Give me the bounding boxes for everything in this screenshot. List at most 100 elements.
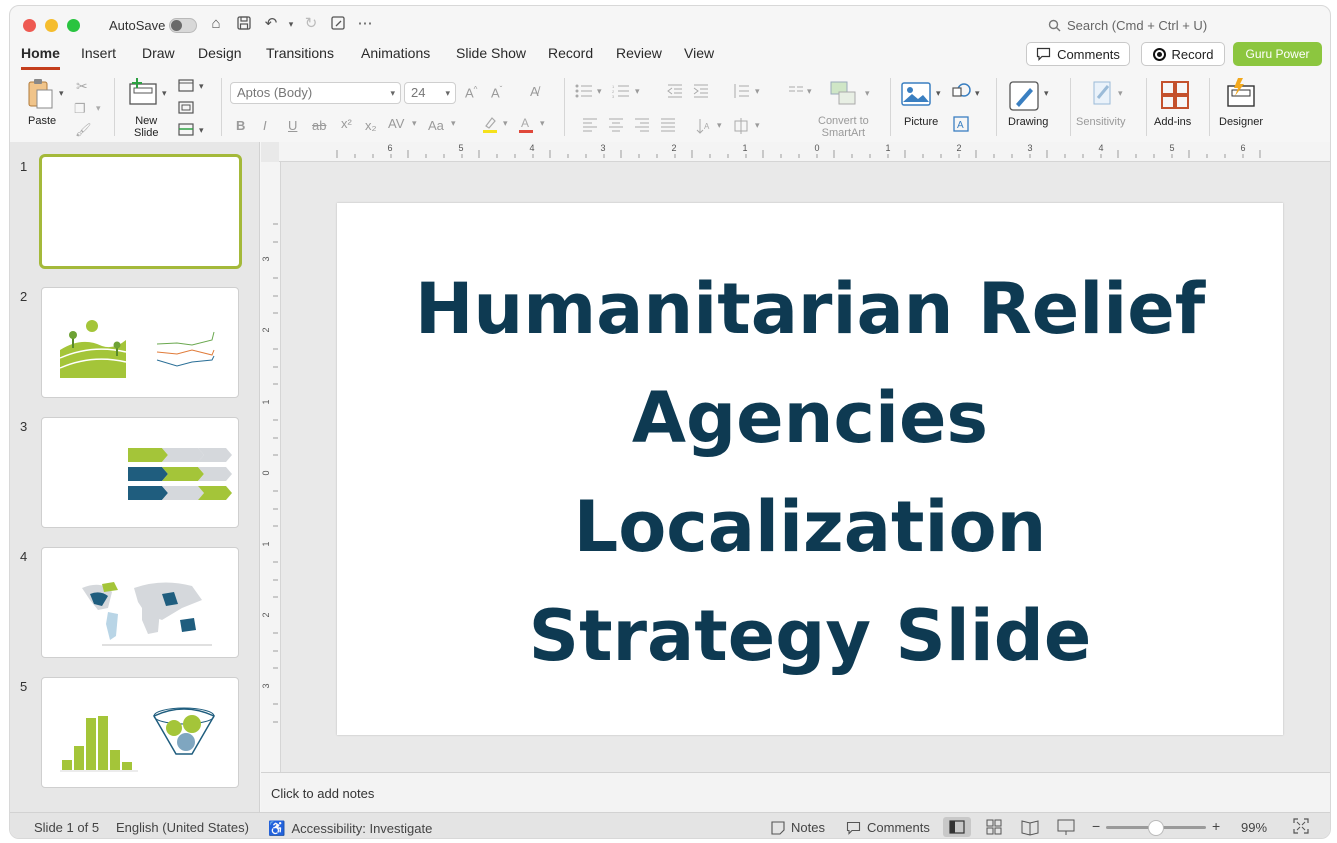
font-name-select[interactable]: Aptos (Body) ▾ bbox=[230, 82, 401, 104]
comments-toggle-button[interactable]: Comments bbox=[846, 820, 930, 835]
format-painter-icon[interactable]: 🖌 bbox=[75, 122, 92, 138]
tab-review[interactable]: Review bbox=[616, 44, 662, 70]
section-icon[interactable] bbox=[178, 123, 194, 139]
align-right-icon[interactable] bbox=[634, 118, 650, 135]
change-case-dropdown-icon[interactable]: ▾ bbox=[451, 118, 456, 129]
line-spacing-icon[interactable] bbox=[732, 84, 750, 101]
redo-icon[interactable]: ↻ bbox=[302, 15, 320, 33]
paste-dropdown-icon[interactable]: ▾ bbox=[59, 88, 64, 99]
slide-thumbnail-2[interactable] bbox=[41, 287, 239, 398]
slide-thumbnail-1[interactable] bbox=[39, 154, 242, 269]
underline-icon[interactable]: U bbox=[288, 118, 297, 133]
drawing-icon[interactable] bbox=[1008, 80, 1040, 115]
align-center-icon[interactable] bbox=[608, 118, 624, 135]
numbering-icon[interactable]: 123 bbox=[612, 84, 630, 101]
tab-home[interactable]: Home bbox=[21, 44, 60, 70]
autosave-toggle[interactable] bbox=[169, 18, 197, 33]
normal-view-button[interactable] bbox=[943, 817, 971, 837]
grow-font-icon[interactable]: A^ bbox=[465, 85, 477, 100]
notes-pane[interactable]: Click to add notes bbox=[261, 772, 1330, 812]
subscript-icon[interactable]: x₂ bbox=[365, 118, 377, 133]
change-case-icon[interactable]: Aa bbox=[428, 118, 444, 133]
shapes-icon[interactable] bbox=[952, 82, 972, 103]
align-text-icon[interactable] bbox=[733, 118, 751, 137]
decrease-indent-icon[interactable] bbox=[667, 84, 683, 101]
text-direction-dropdown-icon[interactable]: ▾ bbox=[717, 120, 722, 131]
text-direction-icon[interactable]: A bbox=[696, 118, 712, 137]
paste-icon[interactable] bbox=[26, 78, 56, 110]
zoom-slider-handle[interactable] bbox=[1148, 820, 1164, 836]
highlight-icon[interactable] bbox=[482, 116, 498, 137]
zoom-in-icon[interactable]: + bbox=[1212, 818, 1220, 834]
smartart-icon[interactable] bbox=[827, 80, 857, 109]
copy-icon[interactable]: ❐ bbox=[74, 101, 86, 117]
designer-icon[interactable] bbox=[1224, 78, 1258, 113]
tab-transitions[interactable]: Transitions bbox=[266, 44, 334, 70]
reset-icon[interactable] bbox=[178, 101, 194, 117]
tab-design[interactable]: Design bbox=[198, 44, 242, 70]
cut-icon[interactable]: ✂ bbox=[76, 78, 88, 95]
record-button[interactable]: Record bbox=[1141, 42, 1225, 66]
notes-toggle-button[interactable]: Notes bbox=[771, 820, 825, 835]
sensitivity-dropdown-icon[interactable]: ▾ bbox=[1118, 88, 1123, 99]
increase-indent-icon[interactable] bbox=[693, 84, 709, 101]
undo-dropdown-icon[interactable]: ▾ bbox=[282, 15, 300, 33]
columns-dropdown-icon[interactable]: ▾ bbox=[807, 86, 812, 97]
guru-power-button[interactable]: Guru Power bbox=[1233, 42, 1322, 66]
undo-icon[interactable]: ↶ bbox=[262, 15, 280, 33]
addins-icon[interactable] bbox=[1160, 80, 1190, 113]
tab-slide-show[interactable]: Slide Show bbox=[456, 44, 526, 70]
slide-title[interactable]: Humanitarian Relief Agencies Localizatio… bbox=[337, 255, 1283, 691]
zoom-out-icon[interactable]: − bbox=[1092, 818, 1100, 834]
tab-draw[interactable]: Draw bbox=[142, 44, 175, 70]
drawing-dropdown-icon[interactable]: ▾ bbox=[1044, 88, 1049, 99]
align-text-dropdown-icon[interactable]: ▾ bbox=[755, 120, 760, 131]
smartart-dropdown-icon[interactable]: ▾ bbox=[865, 88, 870, 99]
bullets-icon[interactable] bbox=[575, 84, 593, 101]
bullets-dropdown-icon[interactable]: ▾ bbox=[597, 86, 602, 97]
tab-record[interactable]: Record bbox=[548, 44, 593, 70]
slide-thumbnail-5[interactable] bbox=[41, 677, 239, 788]
justify-icon[interactable] bbox=[660, 118, 676, 135]
tab-insert[interactable]: Insert bbox=[81, 44, 116, 70]
font-color-dropdown-icon[interactable]: ▾ bbox=[540, 118, 545, 129]
slideshow-button[interactable] bbox=[1052, 817, 1080, 837]
customize-icon[interactable] bbox=[329, 15, 347, 33]
numbering-dropdown-icon[interactable]: ▾ bbox=[635, 86, 640, 97]
layout-dropdown-icon[interactable]: ▾ bbox=[199, 81, 204, 92]
bold-icon[interactable]: B bbox=[236, 118, 245, 133]
tab-animations[interactable]: Animations bbox=[361, 44, 430, 70]
zoom-level[interactable]: 99% bbox=[1241, 820, 1267, 835]
section-dropdown-icon[interactable]: ▾ bbox=[199, 125, 204, 136]
reading-view-button[interactable] bbox=[1016, 817, 1044, 837]
close-window-button[interactable] bbox=[23, 19, 36, 32]
shrink-font-icon[interactable]: Aˇ bbox=[491, 85, 502, 100]
line-spacing-dropdown-icon[interactable]: ▾ bbox=[755, 86, 760, 97]
columns-icon[interactable] bbox=[788, 84, 804, 101]
superscript-icon[interactable]: x² bbox=[341, 116, 352, 131]
accessibility-indicator[interactable]: ♿ Accessibility: Investigate bbox=[268, 820, 432, 837]
new-slide-dropdown-icon[interactable]: ▾ bbox=[162, 88, 167, 99]
slide-sorter-button[interactable] bbox=[980, 817, 1008, 837]
save-icon[interactable] bbox=[235, 15, 253, 33]
new-slide-icon[interactable] bbox=[128, 78, 158, 106]
fit-slide-icon[interactable] bbox=[1293, 818, 1309, 837]
slide-thumbnail-3[interactable] bbox=[41, 417, 239, 528]
textbox-icon[interactable]: A bbox=[953, 116, 969, 135]
highlight-dropdown-icon[interactable]: ▾ bbox=[503, 118, 508, 129]
picture-dropdown-icon[interactable]: ▾ bbox=[936, 88, 941, 99]
clear-formatting-icon[interactable]: A̸ bbox=[530, 84, 539, 99]
slide-thumbnail-4[interactable] bbox=[41, 547, 239, 658]
copy-dropdown-icon[interactable]: ▾ bbox=[96, 103, 101, 114]
character-spacing-icon[interactable]: AV bbox=[388, 116, 404, 131]
font-size-select[interactable]: 24 ▾ bbox=[404, 82, 456, 104]
zoom-window-button[interactable] bbox=[67, 19, 80, 32]
sensitivity-icon[interactable] bbox=[1088, 78, 1116, 111]
font-color-icon[interactable]: A bbox=[518, 116, 534, 137]
layout-icon[interactable] bbox=[178, 79, 194, 95]
tab-view[interactable]: View bbox=[684, 44, 714, 70]
language-indicator[interactable]: English (United States) bbox=[116, 820, 249, 835]
shapes-dropdown-icon[interactable]: ▾ bbox=[975, 88, 980, 99]
home-icon[interactable]: ⌂ bbox=[207, 15, 225, 33]
picture-icon[interactable] bbox=[901, 82, 931, 109]
